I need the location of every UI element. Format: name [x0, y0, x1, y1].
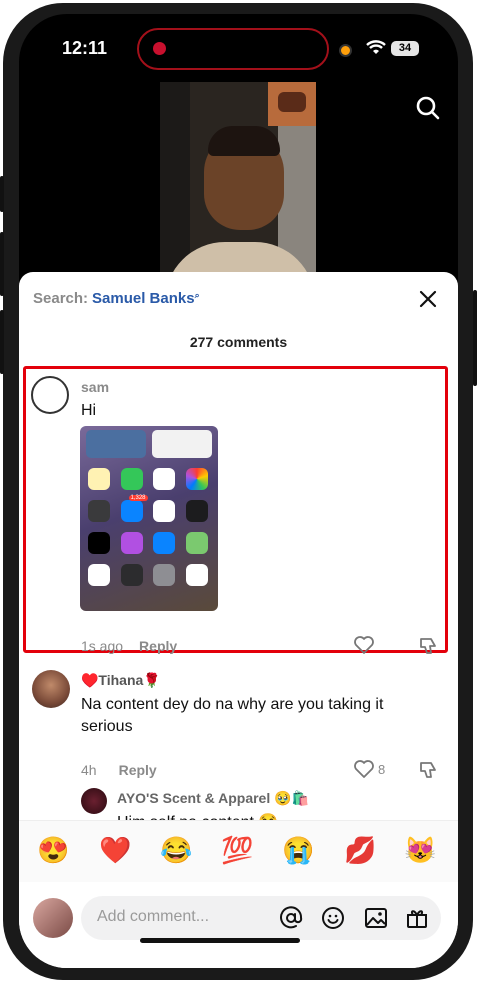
dynamic-island — [137, 28, 329, 70]
comment-username[interactable]: sam — [81, 379, 109, 395]
battery-indicator: 34 — [391, 41, 419, 56]
comment-image-attachment[interactable]: 1,328 — [80, 426, 218, 611]
microphone-indicator-icon — [339, 44, 352, 57]
power-button — [473, 290, 477, 386]
reply-button[interactable]: Reply — [119, 762, 157, 778]
emoji-bar: 😍 ❤️ 😂 💯 😭 💋 😻 — [19, 820, 458, 883]
emoji-button[interactable]: 😂 — [160, 835, 192, 865]
heart-icon[interactable] — [353, 759, 375, 779]
app-grid: 1,328 — [88, 468, 212, 586]
comment-input-placeholder: Add comment... — [97, 908, 210, 925]
volume-up-button — [0, 232, 4, 296]
home-indicator[interactable] — [140, 938, 300, 943]
comments-panel: Search: Samuel Banks⌕ 277 comments sam Hi… — [19, 272, 458, 968]
avatar[interactable] — [33, 898, 73, 938]
avatar[interactable] — [31, 376, 69, 414]
search-header[interactable]: Search: Samuel Banks⌕ — [33, 290, 200, 307]
comment-input[interactable]: Add comment... — [81, 896, 441, 940]
comment-time: 4h — [81, 762, 97, 778]
search-term[interactable]: Samuel Banks — [92, 290, 195, 307]
calendar-widget — [152, 430, 212, 458]
screen: 12:11 34 Search: Samuel Banks⌕ 277 commen… — [19, 14, 458, 968]
comment-meta: 1s ago Reply — [81, 638, 177, 654]
reply-button[interactable]: Reply — [139, 638, 177, 654]
emoji-button[interactable]: 💯 — [221, 835, 253, 865]
dislike-icon[interactable] — [419, 636, 439, 656]
emoji-button[interactable]: 💋 — [344, 835, 376, 865]
comment-time: 1s ago — [81, 638, 124, 654]
video-preview[interactable] — [160, 82, 316, 292]
avatar[interactable] — [32, 670, 70, 708]
heart-icon[interactable] — [353, 635, 375, 655]
comments-count: 277 comments — [189, 334, 288, 350]
mail-badge: 1,328 — [128, 495, 148, 501]
avatar[interactable] — [81, 788, 107, 814]
search-label: Search: — [33, 290, 89, 307]
comment-input-row: Add comment... — [19, 882, 458, 968]
comment-meta: 4h Reply — [81, 762, 157, 778]
volume-down-button — [0, 310, 4, 374]
like-count: 8 — [378, 762, 386, 777]
close-icon[interactable] — [417, 288, 439, 310]
recording-indicator-icon — [153, 42, 166, 55]
gift-icon[interactable] — [405, 906, 429, 930]
image-icon[interactable] — [364, 906, 388, 930]
weather-widget — [86, 430, 146, 458]
person-hair — [208, 126, 280, 156]
emoji-button[interactable]: 😍 — [37, 835, 69, 865]
picture-in-picture[interactable] — [268, 82, 316, 126]
status-time: 12:11 — [62, 38, 108, 58]
emoji-icon[interactable] — [321, 906, 345, 930]
search-term-icon: ⌕ — [194, 290, 200, 300]
comment-text: Na content dey do na why are you taking … — [81, 696, 384, 735]
comment-username[interactable]: AYO'S Scent & Apparel 🥹🛍️ — [117, 790, 309, 807]
mute-switch — [0, 176, 4, 212]
dislike-icon[interactable] — [419, 760, 439, 780]
wifi-icon — [366, 40, 386, 54]
comment-text: Hi — [81, 402, 97, 419]
emoji-button[interactable]: 😻 — [404, 835, 436, 865]
emoji-button[interactable]: ❤️ — [99, 835, 131, 865]
comment-username[interactable]: ♥️Tihana🌹 — [81, 672, 161, 689]
emoji-button[interactable]: 😭 — [282, 835, 314, 865]
search-icon[interactable] — [415, 95, 441, 121]
mention-icon[interactable] — [279, 906, 303, 930]
